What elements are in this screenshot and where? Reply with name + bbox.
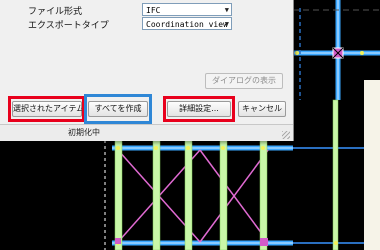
export-type-select[interactable]: Coordination view 1. ▼ — [142, 17, 232, 30]
resize-grip-icon[interactable] — [282, 131, 290, 139]
cancel-label: キャンセル — [242, 104, 282, 113]
cancel-button[interactable]: キャンセル — [238, 101, 286, 117]
status-text: 初期化中 — [68, 128, 100, 137]
show-dialog-label: ダイアログの表示 — [212, 76, 276, 85]
file-format-value: IFC — [146, 6, 161, 15]
ifc-export-dialog: ファイル形式 IFC ▼ エクスポートタイプ Coordination view… — [0, 0, 294, 141]
status-bar: 初期化中 — [0, 124, 293, 141]
side-panel-edge — [364, 80, 380, 250]
show-dialog-button[interactable]: ダイアログの表示 — [205, 73, 283, 89]
file-format-select[interactable]: IFC ▼ — [142, 3, 232, 16]
export-type-value: Coordination view 1. — [146, 20, 231, 29]
highlight-create-all — [84, 94, 152, 124]
file-format-label: ファイル形式 — [28, 7, 83, 17]
highlight-selected-items — [8, 96, 85, 122]
highlight-advanced-settings — [163, 96, 235, 122]
chevron-down-icon: ▼ — [224, 6, 229, 14]
chevron-down-icon: ▼ — [224, 20, 229, 28]
export-type-label: エクスポートタイプ — [28, 21, 109, 31]
